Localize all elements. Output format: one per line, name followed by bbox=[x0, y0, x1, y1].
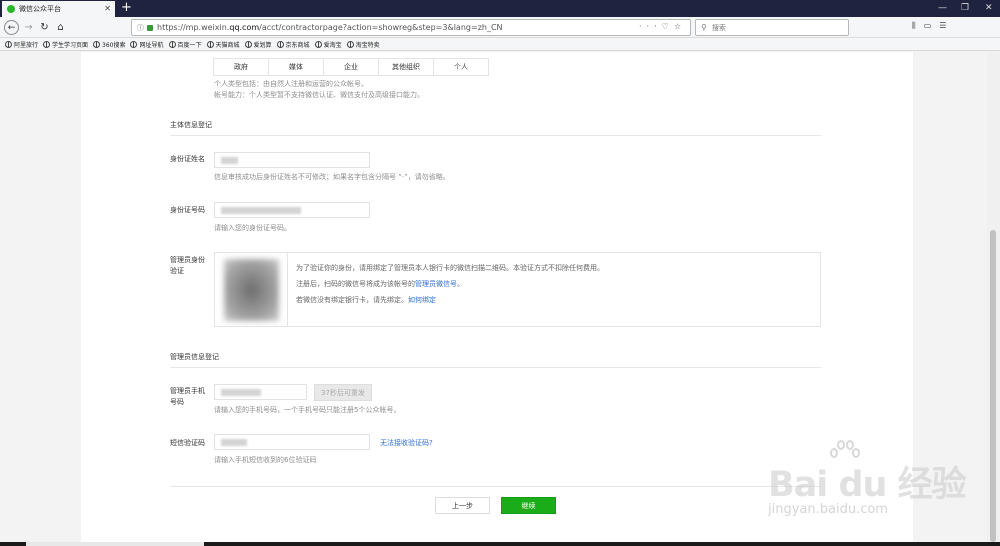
search-icon: ⚲ bbox=[701, 23, 707, 32]
divider bbox=[170, 135, 821, 136]
redacted-value bbox=[221, 157, 238, 164]
page-scrollbar[interactable] bbox=[987, 52, 1000, 542]
redacted-value bbox=[221, 389, 261, 396]
bookmark-item[interactable]: 爱划算 bbox=[244, 40, 272, 49]
tab-bar: 微信公众平台 ✕ + — ❐ ✕ bbox=[0, 0, 1000, 17]
globe-icon bbox=[276, 40, 284, 48]
redacted-value bbox=[221, 439, 247, 446]
page-viewport: 政府 媒体 企业 其他组织 个人 个人类型包括：由自然人注册和运营的公众帐号。 … bbox=[0, 52, 987, 542]
new-tab-icon[interactable]: + bbox=[121, 0, 132, 16]
search-bar[interactable]: ⚲ 搜索 bbox=[695, 19, 849, 36]
globe-icon bbox=[244, 40, 252, 48]
admin-phone-label: 管理员手机号码 bbox=[170, 387, 205, 406]
admin-section-title: 管理员信息登记 bbox=[170, 353, 219, 361]
globe-icon bbox=[93, 40, 101, 48]
globe-icon bbox=[130, 40, 138, 48]
toolbar-icons[interactable]: ⫼▭☰ bbox=[912, 21, 954, 31]
globe-icon bbox=[206, 40, 214, 48]
admin-verify-box: 为了验证你的身份，请用绑定了管理员本人银行卡的微信扫描二维码。本验证方式不扣除任… bbox=[214, 252, 821, 327]
scrollbar-thumb[interactable] bbox=[990, 230, 996, 542]
globe-icon bbox=[168, 40, 176, 48]
bookmark-item[interactable]: 京东商城 bbox=[276, 40, 310, 49]
redacted-value bbox=[221, 207, 301, 214]
page-action-icons[interactable]: ···♡☆ bbox=[639, 22, 686, 31]
id-name-input[interactable] bbox=[214, 152, 370, 168]
close-tab-icon[interactable]: ✕ bbox=[104, 4, 111, 13]
bookmark-item[interactable]: 网址导航 bbox=[130, 40, 164, 49]
registration-form: 政府 媒体 企业 其他组织 个人 个人类型包括：由自然人注册和运营的公众帐号。 … bbox=[81, 52, 913, 542]
sms-code-label: 短信验证码 bbox=[170, 439, 205, 447]
globe-icon bbox=[5, 40, 12, 48]
tab-government[interactable]: 政府 bbox=[214, 59, 269, 75]
maximize-icon[interactable]: ❐ bbox=[961, 2, 969, 14]
search-placeholder: 搜索 bbox=[711, 23, 726, 32]
bookmark-item[interactable]: 阿里旅行 bbox=[5, 40, 38, 49]
forward-icon[interactable]: → bbox=[21, 20, 36, 35]
bookmark-item[interactable]: 百度一下 bbox=[168, 40, 202, 49]
cannot-receive-code-link[interactable]: 无法接收验证码? bbox=[380, 438, 433, 448]
subject-section-title: 主体信息登记 bbox=[170, 121, 212, 129]
bookmark-item[interactable]: 学生学习页面 bbox=[43, 40, 88, 49]
navigation-bar: ← → ↻ ⌂ ⓘ https://mp.weixin.qq.com/acct/… bbox=[0, 17, 1000, 38]
continue-button[interactable]: 继续 bbox=[501, 497, 556, 514]
bookmark-item[interactable]: 爱淘宝 bbox=[314, 40, 342, 49]
tab-other-organization[interactable]: 其他组织 bbox=[379, 59, 434, 75]
home-icon[interactable]: ⌂ bbox=[53, 20, 68, 35]
back-icon[interactable]: ← bbox=[4, 20, 19, 35]
bookmark-item[interactable]: 天猫商城 bbox=[206, 40, 240, 49]
close-window-icon[interactable]: ✕ bbox=[985, 2, 993, 14]
bookmarks-bar: 阿里旅行 学生学习页面 360搜索 网址导航 百度一下 天猫商城 爱划算 京东商… bbox=[0, 38, 1000, 51]
bookmark-item[interactable]: 淘宝特卖 bbox=[346, 40, 380, 49]
qr-code bbox=[215, 253, 288, 326]
minimize-icon[interactable]: — bbox=[938, 2, 947, 14]
taskbar-segment bbox=[26, 542, 204, 546]
id-name-tip: 信息审核成功后身份证姓名不可修改；如果名字包含分隔号 “·”，请勿省略。 bbox=[214, 173, 450, 181]
how-to-bind-link[interactable]: 如何绑定 bbox=[408, 296, 436, 304]
id-number-input[interactable] bbox=[214, 202, 370, 218]
admin-phone-tip: 请输入您的手机号码，一个手机号码只能注册5个公众帐号。 bbox=[214, 406, 401, 414]
qr-code-image bbox=[223, 258, 279, 321]
admin-verify-label: 管理员身份验证 bbox=[170, 256, 205, 275]
tab-enterprise[interactable]: 企业 bbox=[324, 59, 379, 75]
admin-wechat-link[interactable]: 管理员微信号 bbox=[415, 280, 457, 288]
divider bbox=[170, 367, 821, 368]
tab-title: 微信公众平台 bbox=[19, 5, 61, 13]
lock-icon bbox=[147, 24, 153, 31]
type-description-2: 帐号能力：个人类型暂不支持微信认证、微信支付及高级接口能力。 bbox=[214, 91, 424, 99]
tab-media[interactable]: 媒体 bbox=[269, 59, 324, 75]
browser-tab[interactable]: 微信公众平台 ✕ bbox=[2, 1, 115, 17]
divider bbox=[170, 486, 821, 487]
id-number-label: 身份证号码 bbox=[170, 206, 205, 214]
id-name-label: 身份证姓名 bbox=[170, 155, 205, 163]
verify-instruction: 为了验证你的身份，请用绑定了管理员本人银行卡的微信扫描二维码。本验证方式不扣除任… bbox=[296, 264, 604, 272]
resend-code-button[interactable]: 37秒后可重发 bbox=[314, 384, 372, 401]
sms-code-tip: 请输入手机短信收到的6位验证码 bbox=[214, 456, 317, 464]
subject-type-tabs: 政府 媒体 企业 其他组织 个人 bbox=[213, 58, 489, 76]
reload-icon[interactable]: ↻ bbox=[37, 20, 52, 35]
previous-step-button[interactable]: 上一步 bbox=[435, 497, 490, 514]
globe-icon bbox=[43, 40, 51, 48]
admin-phone-input[interactable] bbox=[214, 384, 307, 400]
verify-note: 注册后，扫码的微信号将成为该帐号的管理员微信号。 bbox=[296, 280, 464, 288]
url-text: https://mp.weixin.qq.com/acct/contractor… bbox=[157, 23, 503, 32]
type-description-1: 个人类型包括：由自然人注册和运营的公众帐号。 bbox=[214, 80, 368, 88]
globe-icon bbox=[346, 40, 354, 48]
info-icon[interactable]: ⓘ bbox=[137, 23, 144, 33]
url-bar[interactable]: ⓘ https://mp.weixin.qq.com/acct/contract… bbox=[131, 19, 691, 36]
bookmark-item[interactable]: 360搜索 bbox=[93, 40, 125, 49]
sms-code-input[interactable] bbox=[214, 434, 370, 450]
wechat-favicon-icon bbox=[7, 5, 15, 13]
tab-individual[interactable]: 个人 bbox=[434, 59, 488, 75]
globe-icon bbox=[314, 40, 322, 48]
bind-card-note: 若微信没有绑定银行卡，请先绑定。如何绑定 bbox=[296, 296, 436, 304]
id-number-tip: 请输入您的身份证号码。 bbox=[214, 224, 291, 232]
